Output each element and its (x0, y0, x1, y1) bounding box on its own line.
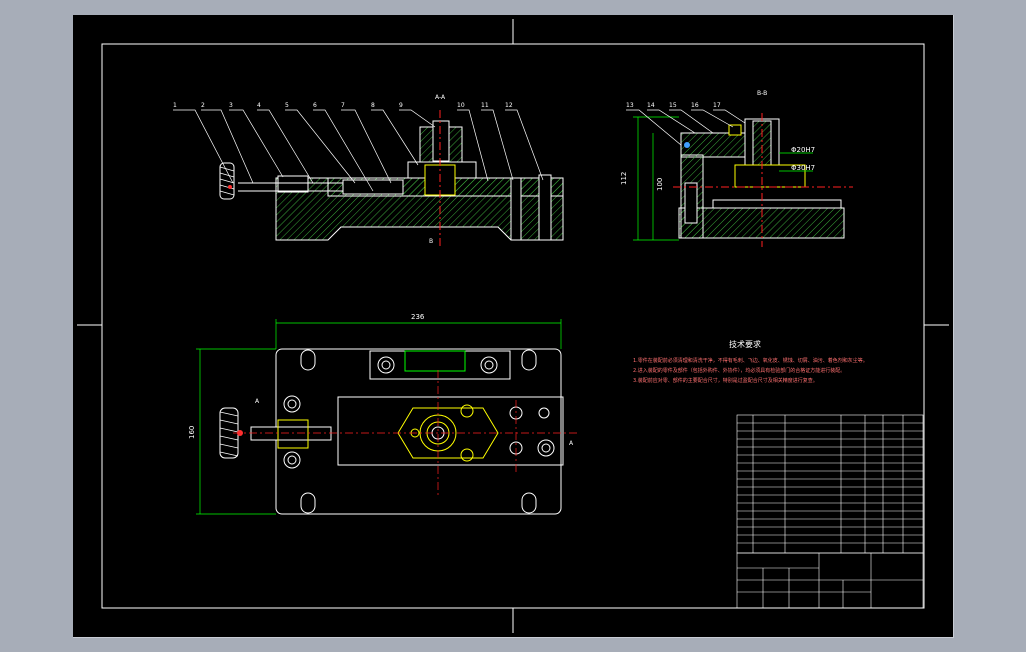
parts-list-table (736, 414, 924, 554)
title-block (736, 552, 924, 609)
drawing-sheet: 1 2 3 4 5 6 7 8 9 10 11 12 A-A B 112 100… (73, 15, 954, 638)
section-mark-a-right: A (569, 440, 574, 447)
section-mark-b: B (429, 238, 433, 245)
balloon-13: 13 (626, 102, 634, 109)
balloon-17: 17 (713, 102, 721, 109)
section-label-aa: A-A (435, 94, 446, 101)
balloon-11: 11 (481, 102, 489, 109)
balloon-16: 16 (691, 102, 699, 109)
dim-160: 160 (188, 426, 196, 439)
balloon-3: 3 (229, 102, 233, 109)
dim-phi30: Φ30H7 (791, 164, 815, 172)
balloon-7: 7 (341, 102, 345, 109)
section-label-bb: B-B (757, 90, 767, 97)
balloon-1: 1 (173, 102, 177, 109)
balloon-12: 12 (505, 102, 513, 109)
balloon-14: 14 (647, 102, 655, 109)
balloon-9: 9 (399, 102, 403, 109)
front-section-view: 1 2 3 4 5 6 7 8 9 10 11 12 A-A B (173, 94, 564, 247)
tech-title: 技术要求 (729, 339, 761, 349)
balloon-4: 4 (257, 102, 261, 109)
dim-phi20: Φ20H7 (791, 146, 815, 154)
dim-112: 112 (620, 172, 628, 185)
balloon-6: 6 (313, 102, 317, 109)
balloon-15: 15 (669, 102, 677, 109)
dim-100: 100 (656, 178, 664, 191)
side-section-view: 112 100 Φ20H7 Φ30H7 13 14 15 16 17 B-B (620, 90, 853, 247)
inner-frame (101, 43, 925, 609)
balloon-10: 10 (457, 102, 465, 109)
technical-requirements: 技术要求 1.零件在装配前必须清理和清洗干净，不得有毛刺、飞边、氧化皮、锈蚀、切… (633, 339, 868, 384)
section-mark-a-left: A (255, 398, 260, 405)
balloon-8: 8 (371, 102, 375, 109)
balloon-5: 5 (285, 102, 289, 109)
cad-canvas: 1 2 3 4 5 6 7 8 9 10 11 12 A-A B 112 100… (77, 19, 949, 633)
plan-view: 236 160 A A (188, 313, 578, 515)
tech-note-1: 1.零件在装配前必须清理和清洗干净，不得有毛刺、飞边、氧化皮、锈蚀、切屑、油污、… (633, 357, 868, 364)
tech-note-2: 2.进入装配的零件及部件（包括外购件、外协件），均必须具有检验部门的合格证方能进… (633, 367, 845, 374)
centering-marks (77, 19, 949, 633)
dim-236: 236 (411, 313, 425, 321)
balloon-2: 2 (201, 102, 205, 109)
tech-note-3: 3.装配前应对零、部件的主要配合尺寸，特别是过盈配合尺寸及相关精度进行复查。 (633, 377, 818, 384)
